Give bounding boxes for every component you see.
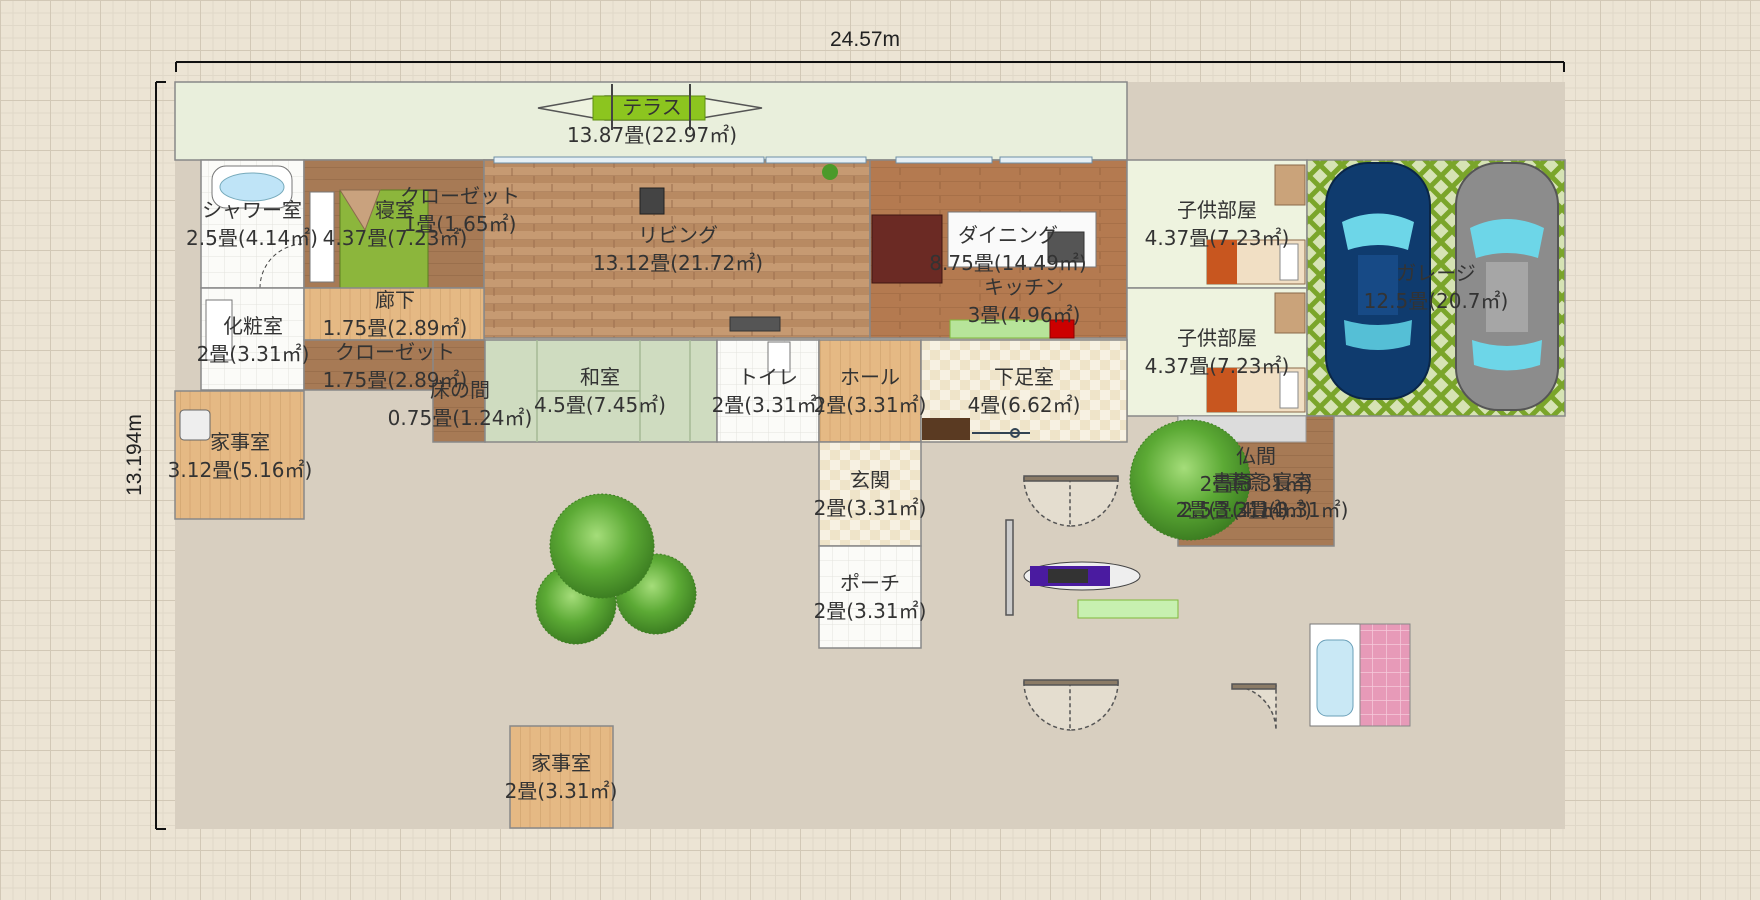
room-living	[483, 159, 871, 339]
kitchen-sink-icon	[1047, 231, 1085, 263]
fridge-icon	[1049, 319, 1075, 339]
width-dimension-label: 24.57m	[830, 28, 901, 51]
floor-plan	[155, 61, 1566, 830]
room-utility-2	[509, 725, 614, 829]
washbasin-icon	[205, 299, 233, 361]
washer-icon	[179, 409, 211, 441]
bathtub-icon	[211, 165, 293, 209]
dining-table-icon	[871, 214, 943, 284]
bedroom-sink	[309, 191, 335, 283]
room-entrance	[818, 441, 922, 547]
room-hallway	[303, 287, 485, 341]
height-dimension-label: 13.194m	[123, 414, 146, 496]
tv-icon	[639, 187, 665, 215]
room-hall	[818, 339, 922, 443]
pink-tile-floor	[1359, 623, 1411, 727]
room-porch	[818, 545, 922, 649]
bathtub-blue-icon	[1316, 639, 1354, 717]
toilet-icon	[767, 341, 791, 373]
room-terrace	[174, 81, 1128, 161]
plant-icon	[822, 164, 838, 180]
shoe-rack-icon	[922, 418, 970, 440]
room-closet-2	[303, 339, 435, 391]
motorcycle-icon	[1023, 561, 1141, 591]
sofa-icon	[729, 316, 781, 332]
bed-icon	[339, 189, 429, 289]
room-tokonoma	[432, 339, 486, 443]
car-silver-icon	[1455, 162, 1559, 411]
window-strips	[493, 156, 1093, 164]
car-blue-icon	[1325, 162, 1431, 400]
kitchen-floor-mat	[949, 319, 1051, 339]
bench-icon	[1077, 599, 1179, 619]
